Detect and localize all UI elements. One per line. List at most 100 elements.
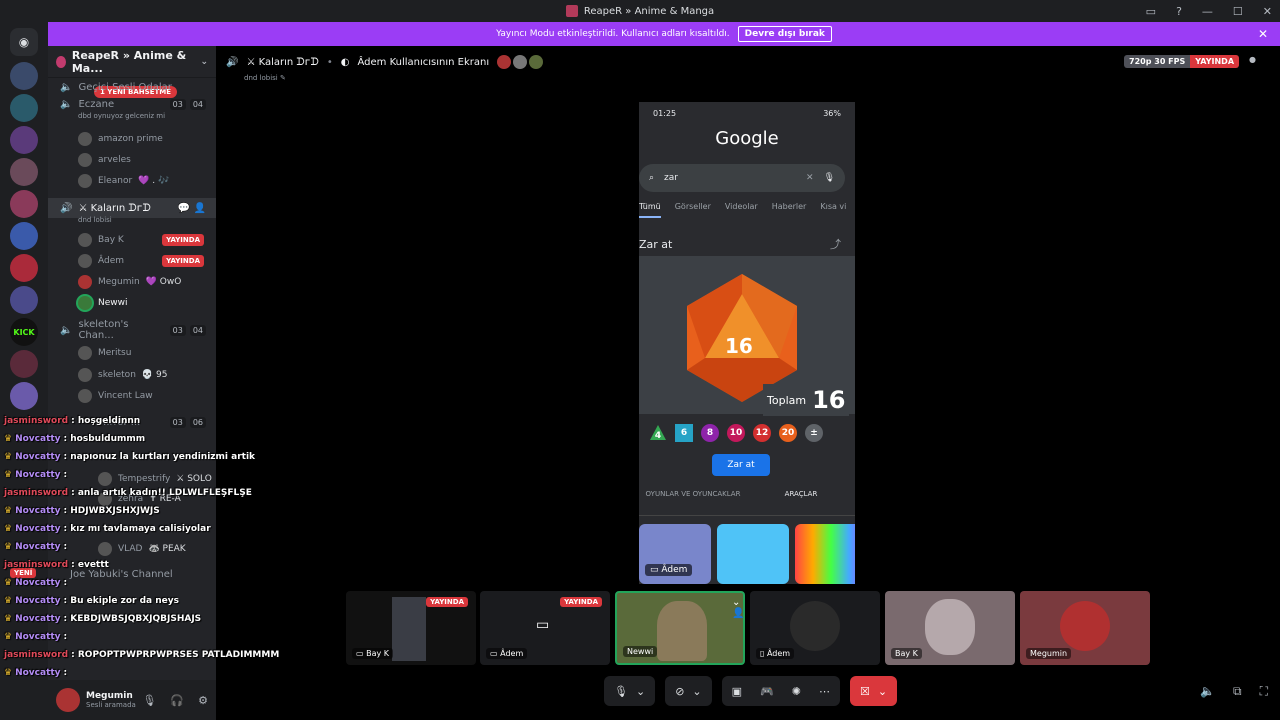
channel-item[interactable]: 🔈 skeleton's Chan... 03 04 — [48, 319, 216, 341]
d10-button[interactable]: 10 — [727, 424, 745, 442]
voice-user[interactable]: Meritsu — [48, 344, 216, 362]
kick-server-icon[interactable]: KICK — [10, 318, 38, 346]
volume-icon[interactable]: 🔈 — [1200, 684, 1215, 699]
separator: • — [326, 56, 333, 68]
participant-tile[interactable]: Bay K — [885, 591, 1015, 665]
close-icon[interactable]: ✕ — [806, 173, 814, 183]
avatar — [78, 254, 92, 268]
voice-user[interactable]: Newwi — [48, 294, 216, 312]
channel-item[interactable]: 🔈 Eczane 03 04 — [48, 96, 216, 112]
minimize-button[interactable]: — — [1202, 5, 1213, 18]
chevron-down-icon[interactable]: ⌄ — [692, 685, 701, 698]
chat-bubble-icon[interactable]: ● — [1249, 55, 1256, 68]
participant-tile[interactable]: YAYINDA ▭ Bay K — [346, 591, 476, 665]
microphone-button[interactable]: 🎙 ⌄ — [604, 676, 656, 706]
voice-user[interactable]: Eleanor 💜 . 🎶 — [48, 172, 216, 190]
avatar — [78, 346, 92, 360]
chat-text: : — [63, 632, 68, 642]
participant-tile[interactable]: Megumin — [1020, 591, 1150, 665]
tab-videos[interactable]: Videolar — [725, 202, 758, 218]
tab-news[interactable]: Haberler — [772, 202, 807, 218]
soundboard-icon[interactable]: ✺ — [792, 685, 801, 698]
maximize-button[interactable]: ☐ — [1233, 5, 1243, 18]
tab-all[interactable]: Tümü — [639, 202, 661, 218]
die-value: 16 — [725, 334, 753, 358]
voice-user[interactable]: skeleton 💀 95 — [48, 366, 216, 384]
server-icon[interactable] — [10, 158, 38, 186]
participant-tile-speaking[interactable]: Newwi — [615, 591, 745, 665]
participant-tile[interactable]: ▯ Âdem — [750, 591, 880, 665]
activity-icon[interactable]: 🎮 — [760, 685, 774, 698]
avatar — [497, 55, 512, 69]
chat-message: jasminsword: hoşgeldinnn — [4, 412, 304, 430]
voice-user[interactable]: Bay K YAYINDA — [48, 231, 216, 249]
d8-button[interactable]: 8 — [701, 424, 719, 442]
server-icon[interactable] — [10, 254, 38, 282]
phone-search-bar[interactable]: ⌕ zar ✕ 🎙 — [639, 164, 845, 192]
d12-button[interactable]: 12 — [753, 424, 771, 442]
chevron-down-icon[interactable]: ⌄ — [878, 685, 887, 698]
avatar[interactable] — [56, 688, 80, 712]
camera-button[interactable]: ⊘ ⌄ — [665, 676, 712, 706]
server-icon[interactable] — [10, 286, 38, 314]
server-icon[interactable] — [10, 190, 38, 218]
microphone-icon[interactable]: 🎙 — [142, 694, 156, 707]
voice-user[interactable]: Âdem YAYINDA — [48, 252, 216, 270]
leave-call-button[interactable]: ☒ ⌄ — [849, 676, 898, 706]
server-header[interactable]: ReapeR » Anime & Ma... ⌄ — [48, 46, 216, 78]
server-icon[interactable] — [10, 382, 38, 410]
voice-user[interactable]: amazon prime — [48, 130, 216, 148]
d4-button[interactable]: 4 — [649, 424, 667, 442]
user-panel: Megumin Sesli aramada 🎙 🎧 ⚙ — [48, 680, 216, 720]
channel-subtitle: dbd oynuyoz gelceniz mi — [78, 112, 166, 120]
inbox-icon[interactable]: ▭ — [1146, 5, 1156, 18]
d6-button[interactable]: 6 — [675, 424, 693, 442]
more-options-icon[interactable]: ⋯ — [819, 685, 830, 698]
help-icon[interactable]: ? — [1176, 5, 1182, 18]
popout-icon[interactable]: ⧉ — [1233, 684, 1242, 699]
channel-item-selected[interactable]: 🔊 ⚔ Kaların ᗪᴦᗪ 💬 👤 — [48, 198, 216, 218]
chevron-down-icon[interactable]: ⌄ — [636, 685, 645, 698]
chat-icon[interactable]: 💬 👤 — [178, 203, 206, 214]
user-name: Newwi — [98, 298, 128, 308]
close-window-button[interactable]: ✕ — [1263, 5, 1272, 18]
participant-tile[interactable]: YAYINDA ▭ ▭ Âdem — [480, 591, 610, 665]
voice-user[interactable]: arveles — [48, 151, 216, 169]
chat-message: ♛ Novcatty: — [4, 574, 304, 592]
tab-shorts[interactable]: Kısa vi — [820, 202, 846, 218]
microphone-icon[interactable]: 🎙 — [824, 173, 835, 183]
server-icon[interactable] — [10, 94, 38, 122]
close-banner-icon[interactable]: ✕ — [1258, 27, 1268, 41]
screen-share-icon[interactable]: ▣ — [732, 685, 742, 698]
crown-icon: ♛ — [4, 596, 13, 606]
live-badge: YAYINDA — [560, 597, 602, 607]
chat-message: ♛ Novcatty: KEBDJWBSJQBXJQBJSHAJS — [4, 610, 304, 628]
server-icon[interactable] — [10, 350, 38, 378]
server-icon[interactable] — [10, 222, 38, 250]
spinner-card[interactable] — [717, 524, 789, 584]
disable-streamer-mode-button[interactable]: Devre dışı bırak — [737, 26, 832, 42]
tab-images[interactable]: Görseller — [675, 202, 711, 218]
gear-icon[interactable]: ⚙ — [198, 694, 208, 707]
phone-search-tabs: Tümü Görseller Videolar Haberler Kısa vi — [639, 202, 855, 218]
tab-tools[interactable]: ARAÇLAR — [747, 486, 855, 515]
modifier-button[interactable]: ± — [805, 424, 823, 442]
tab-games[interactable]: OYUNLAR VE OYUNCAKLAR — [639, 486, 747, 515]
discord-home-icon[interactable]: ◉ — [10, 28, 38, 56]
voice-user[interactable]: Vincent Law — [48, 387, 216, 405]
chat-text: : anla artık kadın!! LDLWLFLEŞFLŞE — [71, 488, 252, 498]
channel-item[interactable]: 🔈 Geçici Sesli Odalar — [48, 80, 216, 94]
share-icon[interactable]: ⤴ — [830, 236, 841, 252]
shared-phone-screen[interactable]: 01:25 36% Google ⌕ zar ✕ 🎙 Tümü Görselle… — [639, 102, 855, 584]
headphones-icon[interactable]: 🎧 — [170, 694, 184, 707]
tile-options-icon[interactable]: ⌄ 👤 — [732, 597, 744, 619]
roll-dice-button[interactable]: Zar at — [712, 454, 770, 476]
server-icon[interactable] — [10, 126, 38, 154]
server-icon[interactable] — [10, 62, 38, 90]
d20-button[interactable]: 20 — [779, 424, 797, 442]
voice-user[interactable]: Megumin 💜 OwO — [48, 273, 216, 291]
color-picker-card[interactable] — [795, 524, 855, 584]
chat-text: : — [63, 668, 68, 678]
chat-user: jasminsword — [4, 488, 69, 498]
fullscreen-icon[interactable]: ⛶ — [1260, 684, 1268, 699]
